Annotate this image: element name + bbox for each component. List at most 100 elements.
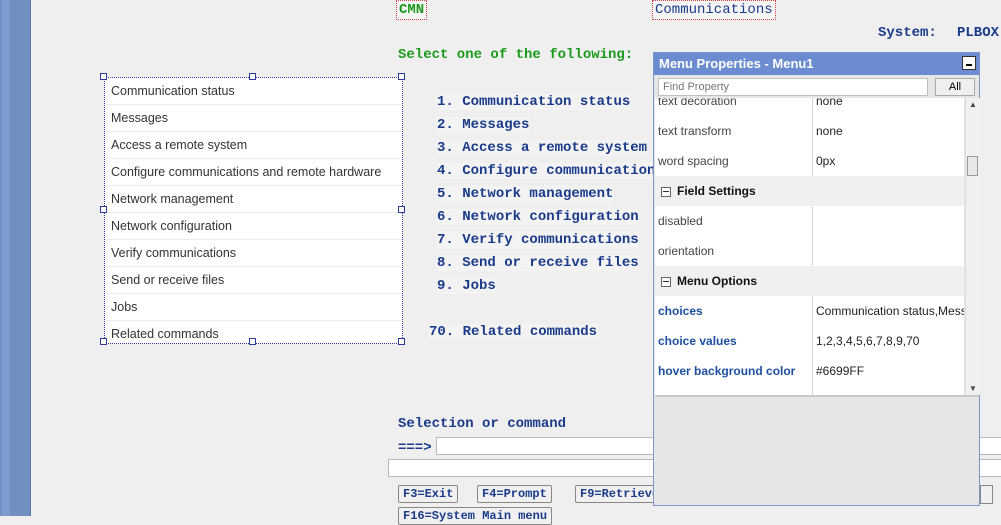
option-line: 9. Jobs — [437, 278, 496, 294]
option-line: 8. Send or receive files — [437, 255, 639, 271]
menu-properties-panel[interactable]: Menu Properties - Menu1 All text decorat… — [653, 52, 980, 506]
section-field-settings[interactable]: Field Settings — [655, 176, 964, 207]
option-line: 2. Messages — [437, 117, 530, 133]
option-number: 5. — [437, 186, 454, 202]
menu-item[interactable]: Configure communications and remote hard… — [105, 159, 402, 186]
resize-handle-se[interactable] — [398, 338, 405, 345]
screen-title-field[interactable]: Communications — [652, 0, 776, 20]
menu-item[interactable]: Send or receive files — [105, 267, 402, 294]
system-value: PLBOX — [957, 25, 1000, 41]
left-strip-edge — [2, 0, 10, 516]
option-line: 1. Communication status — [437, 94, 631, 110]
property-value[interactable]: #FFFFFF — [812, 386, 964, 395]
property-key: choice values — [658, 334, 737, 348]
panel-title-bar[interactable]: Menu Properties - Menu1 — [654, 53, 979, 75]
property-key: disabled — [658, 214, 703, 228]
resize-handle-ne[interactable] — [398, 73, 405, 80]
option-number: 8. — [437, 255, 454, 271]
option-label: Access a remote system — [462, 140, 648, 156]
minimize-icon[interactable] — [962, 56, 976, 70]
library-field[interactable]: CMN — [396, 0, 428, 20]
panel-title: Menu Properties - Menu1 — [659, 56, 814, 71]
option-label: Network configuration — [462, 209, 639, 225]
property-value[interactable] — [812, 206, 964, 236]
section-title: Menu Options — [677, 274, 757, 288]
option-number: 6. — [437, 209, 454, 225]
option-label: Send or receive files — [462, 255, 639, 271]
option-line: 3. Access a remote system — [437, 140, 648, 156]
menu-item[interactable]: Messages — [105, 105, 402, 132]
all-button[interactable]: All — [935, 78, 975, 96]
property-key: text decoration — [658, 98, 737, 108]
menu-item[interactable]: Verify communications — [105, 240, 402, 267]
property-grid[interactable]: text decoration none text transform none w… — [655, 98, 964, 395]
screen-title: Communications — [655, 2, 773, 18]
resize-handle-sw[interactable] — [100, 338, 107, 345]
collapse-icon[interactable] — [661, 186, 671, 197]
property-value[interactable]: #6699FF — [812, 356, 964, 386]
scroll-down-icon[interactable]: ▼ — [969, 384, 977, 393]
resize-handle-s[interactable] — [249, 338, 256, 345]
property-key: word spacing — [658, 154, 729, 168]
left-sidebar-strip — [0, 0, 31, 516]
property-value[interactable]: none — [812, 98, 964, 116]
command-arrow: ===> — [398, 440, 432, 456]
option-number: 3. — [437, 140, 454, 156]
property-value[interactable]: none — [812, 116, 964, 146]
resize-handle-nw[interactable] — [100, 73, 107, 80]
fkey-fragment[interactable] — [980, 485, 993, 504]
property-row-hover-background-color[interactable]: hover background color #6699FF — [655, 356, 964, 387]
property-key: hover background color — [658, 364, 796, 378]
property-row-hover-text-color[interactable]: hover text color #FFFFFF — [655, 386, 964, 395]
option-number: 9. — [437, 278, 454, 294]
property-row-choice-values[interactable]: choice values 1,2,3,4,5,6,7,8,9,70 — [655, 326, 964, 357]
property-row-text-decoration[interactable]: text decoration none — [655, 98, 964, 117]
option-line: 70. Related commands — [429, 324, 598, 340]
resize-handle-n[interactable] — [249, 73, 256, 80]
menu-item[interactable]: Network configuration — [105, 213, 402, 240]
menu-item[interactable]: Network management — [105, 186, 402, 213]
scroll-up-icon[interactable]: ▲ — [969, 100, 977, 109]
option-label: Jobs — [462, 278, 496, 294]
find-property-input[interactable] — [658, 78, 928, 96]
library-label: CMN — [399, 2, 425, 18]
menu-item[interactable]: Jobs — [105, 294, 402, 321]
collapse-icon[interactable] — [661, 276, 671, 287]
property-value[interactable]: Communication status,Messages — [812, 296, 964, 326]
menu-widget[interactable]: Communication status Messages Access a r… — [104, 77, 403, 344]
menu-item[interactable]: Communication status — [105, 78, 402, 105]
section-title: Field Settings — [677, 184, 756, 198]
option-line: 4. Configure communications — [437, 163, 664, 179]
option-label: Configure communications — [462, 163, 664, 179]
property-value[interactable] — [812, 236, 964, 266]
resize-handle-e[interactable] — [398, 206, 405, 213]
f16-system-main-menu-button[interactable]: F16=System Main menu — [398, 507, 553, 525]
property-row-word-spacing[interactable]: word spacing 0px — [655, 146, 964, 177]
option-number: 1. — [437, 94, 454, 110]
property-row-text-transform[interactable]: text transform none — [655, 116, 964, 147]
property-scrollbar[interactable]: ▲ ▼ — [965, 98, 980, 395]
section-menu-options[interactable]: Menu Options — [655, 266, 964, 297]
option-number: 70. — [429, 324, 455, 340]
scroll-thumb[interactable] — [967, 156, 978, 176]
option-number: 7. — [437, 232, 454, 248]
property-row-disabled[interactable]: disabled — [655, 206, 964, 237]
panel-divider — [655, 395, 979, 397]
property-row-orientation[interactable]: orientation — [655, 236, 964, 267]
property-value[interactable]: 1,2,3,4,5,6,7,8,9,70 — [812, 326, 964, 356]
option-label: Messages — [462, 117, 530, 133]
option-number: 2. — [437, 117, 454, 133]
f4-prompt-button[interactable]: F4=Prompt — [477, 485, 552, 503]
f3-exit-button[interactable]: F3=Exit — [398, 485, 459, 503]
f9-retrieve-button[interactable]: F9=Retrieve — [575, 485, 665, 503]
option-line: 5. Network management — [437, 186, 614, 202]
option-label: Related commands — [462, 324, 598, 340]
property-value[interactable]: 0px — [812, 146, 964, 176]
property-row-choices[interactable]: choices Communication status,Messages — [655, 296, 964, 327]
resize-handle-w[interactable] — [100, 206, 107, 213]
option-label: Network management — [462, 186, 614, 202]
menu-item[interactable]: Access a remote system — [105, 132, 402, 159]
property-key: choices — [658, 304, 703, 318]
selection-label: Selection or command — [398, 416, 567, 432]
option-label: Communication status — [462, 94, 631, 110]
